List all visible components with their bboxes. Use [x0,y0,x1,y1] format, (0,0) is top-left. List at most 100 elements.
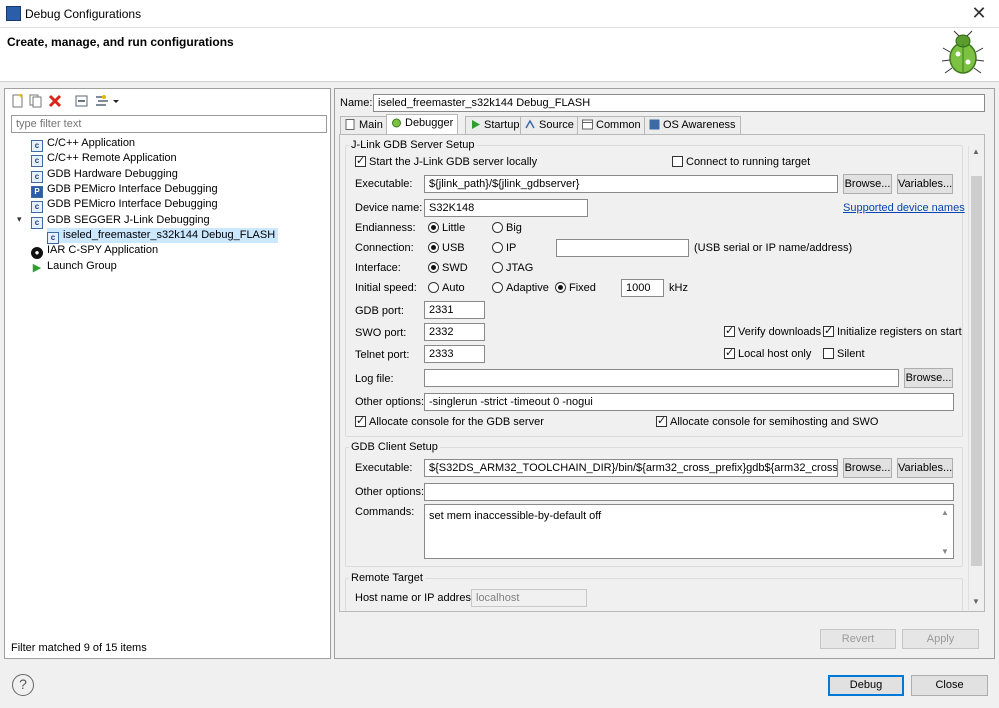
server-other-options-label: Other options: [355,396,425,408]
tree-item[interactable]: c GDB Hardware Debugging [31,167,178,183]
chevron-up-icon[interactable]: ▲ [972,147,980,156]
server-group-title: J-Link GDB Server Setup [349,139,477,151]
server-executable-input[interactable]: ${jlink_path}/${jlink_gdbserver} [424,175,838,193]
swo-port-input[interactable]: 2332 [424,323,485,341]
adaptive-radio[interactable] [492,282,503,293]
speed-label: Initial speed: [355,282,417,294]
chevron-down-icon[interactable]: ▾ [17,214,22,225]
jtag-label: JTAG [506,262,534,274]
server-variables-button[interactable]: Variables... [897,174,953,194]
adaptive-label: Adaptive [506,282,549,294]
device-input[interactable]: S32K148 [424,199,588,217]
filter-icon[interactable] [95,94,109,108]
content-scrollbar[interactable]: ▲ ▼ [968,146,983,610]
tree-item[interactable]: c C/C++ Remote Application [31,151,177,167]
chevron-down-icon[interactable] [112,94,120,108]
name-input[interactable]: iseled_freemaster_s32k144 Debug_FLASH [373,94,985,112]
remote-group-title: Remote Target [349,572,425,584]
tree-item[interactable]: c GDB SEGGER J-Link Debugging [31,213,210,229]
tab-startup[interactable]: Startup [465,116,525,134]
tree-item[interactable]: c GDB PEMicro Interface Debugging [31,197,218,213]
client-other-options-input[interactable] [424,483,954,501]
auto-radio[interactable] [428,282,439,293]
log-browse-button[interactable]: Browse... [904,368,953,388]
start-locally-label: Start the J-Link GDB server locally [369,156,538,168]
connect-running-checkbox[interactable] [672,156,683,167]
collapse-all-icon[interactable] [75,94,89,108]
jtag-radio[interactable] [492,262,503,273]
ip-label: IP [506,242,517,254]
filter-status: Filter matched 9 of 15 items [11,642,147,654]
telnet-port-input[interactable]: 2333 [424,345,485,363]
connect-running-label: Connect to running target [686,156,811,168]
client-executable-input[interactable]: ${S32DS_ARM32_TOOLCHAIN_DIR}/bin/${arm32… [424,459,838,477]
client-browse-button[interactable]: Browse... [843,458,892,478]
verify-downloads-checkbox[interactable] [724,324,735,337]
client-group-title: GDB Client Setup [349,441,440,453]
client-other-options-label: Other options: [355,486,425,498]
revert-button[interactable]: Revert [820,629,896,649]
c-app-icon: c [31,201,43,213]
client-variables-button[interactable]: Variables... [897,458,953,478]
new-config-icon[interactable] [11,94,25,108]
server-other-options-input[interactable]: -singlerun -strict -timeout 0 -nogui [424,393,954,411]
server-executable-label: Executable: [355,178,413,190]
ip-radio[interactable] [492,242,503,253]
gdb-port-label: GDB port: [355,305,404,317]
delete-icon[interactable] [48,94,62,108]
duplicate-icon[interactable] [29,94,43,108]
local-host-only-checkbox[interactable] [724,346,735,359]
alloc-semihost-console-checkbox[interactable] [656,414,667,427]
tree-item[interactable]: ● IAR C-SPY Application [31,243,158,259]
tree-item[interactable]: c C/C++ Application [31,136,135,152]
little-radio[interactable] [428,222,439,233]
apply-button[interactable]: Apply [902,629,979,649]
name-label: Name: [340,97,373,109]
khz-label: kHz [669,282,688,294]
swo-port-label: SWO port: [355,327,407,339]
window-title: Debug Configurations [25,7,142,21]
supported-devices-link[interactable]: Supported device names [843,202,965,214]
host-input[interactable]: localhost [471,589,587,607]
tab-source[interactable]: Source [520,116,579,134]
close-button[interactable]: Close [911,675,988,696]
chevron-down-icon[interactable]: ▼ [941,547,949,556]
usb-radio[interactable] [428,242,439,253]
debug-button[interactable]: Debug [828,675,904,696]
start-locally-checkbox[interactable] [355,154,366,167]
interface-label: Interface: [355,262,401,274]
tab-main[interactable]: Main [340,116,388,134]
init-registers-checkbox[interactable] [823,324,834,337]
connection-hint: (USB serial or IP name/address) [694,242,853,254]
verify-downloads-label: Verify downloads [738,326,822,338]
telnet-port-label: Telnet port: [355,349,410,361]
fixed-radio[interactable] [555,282,566,293]
filter-input[interactable] [11,115,327,133]
tab-os-awareness[interactable]: OS Awareness [644,116,741,134]
close-icon[interactable]: ✕ [967,2,991,26]
main-tab-icon [345,119,355,130]
chevron-down-icon[interactable]: ▼ [972,597,980,606]
tab-debugger[interactable]: Debugger [386,114,459,134]
tree-item[interactable]: ▶ Launch Group [31,259,117,274]
chevron-up-icon[interactable]: ▲ [941,508,949,517]
init-registers-label: Initialize registers on start [837,326,962,338]
silent-checkbox[interactable] [823,348,834,359]
tree-item[interactable]: P GDB PEMicro Interface Debugging [31,182,218,198]
commands-textarea[interactable]: set mem inaccessible-by-default off [424,504,954,559]
debug-bug-icon [941,30,985,74]
log-file-input[interactable] [424,369,899,387]
speed-input[interactable]: 1000 [621,279,664,297]
tree-item-selected[interactable]: c iseled_freemaster_s32k144 Debug_FLASH [47,228,279,244]
scroll-thumb[interactable] [971,176,982,566]
source-tab-icon [525,119,535,129]
server-browse-button[interactable]: Browse... [843,174,892,194]
swd-radio[interactable] [428,262,439,273]
help-icon[interactable]: ? [12,674,34,696]
gdb-port-input[interactable]: 2331 [424,301,485,319]
big-radio[interactable] [492,222,503,233]
alloc-gdb-console-checkbox[interactable] [355,414,366,427]
connection-address-input[interactable] [556,239,689,257]
tab-common[interactable]: Common [577,116,646,134]
dialog-subtitle: Create, manage, and run configurations [7,35,234,49]
